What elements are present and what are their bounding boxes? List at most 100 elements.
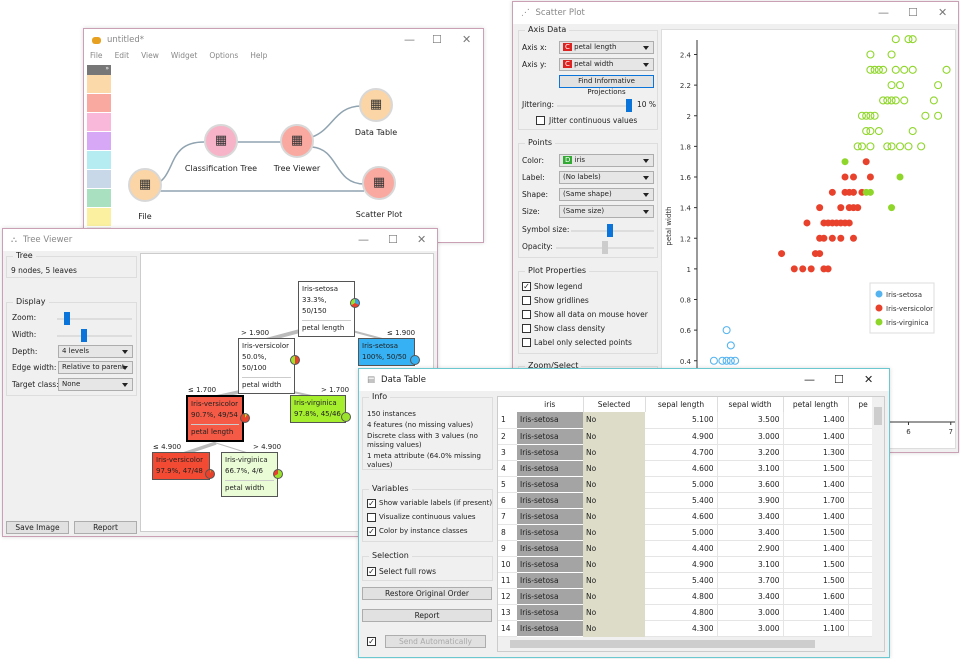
data-point[interactable]: [857, 142, 867, 151]
axis-y-select[interactable]: C petal width: [559, 58, 654, 71]
checkbox-color-by[interactable]: ✓: [367, 527, 376, 536]
edge-width-select[interactable]: Relative to parent: [58, 361, 133, 374]
table-row[interactable]: 7 Iris-setosa No 4.600 3.400 1.400: [498, 508, 878, 525]
data-point[interactable]: [934, 111, 943, 120]
report-button[interactable]: Report: [362, 609, 492, 622]
data-point[interactable]: [862, 158, 870, 166]
checkbox-show-gridlines[interactable]: [522, 296, 531, 305]
find-informative-projections-button[interactable]: Find Informative Projections: [559, 75, 654, 96]
send-automatically-button[interactable]: Send Automatically: [385, 635, 486, 648]
data-point[interactable]: [866, 50, 875, 59]
data-point[interactable]: [900, 65, 909, 74]
shape-select[interactable]: (Same shape): [559, 188, 654, 201]
data-point[interactable]: [904, 142, 913, 151]
checkbox-show-legend[interactable]: ✓: [522, 282, 531, 291]
restore-original-order-button[interactable]: Restore Original Order: [362, 587, 492, 600]
data-point[interactable]: [803, 219, 811, 227]
target-class-select[interactable]: None: [58, 378, 133, 391]
slider-handle[interactable]: [81, 329, 88, 342]
data-point[interactable]: [908, 65, 917, 74]
column-header[interactable]: petal length: [783, 397, 849, 412]
jittering-slider[interactable]: [557, 99, 632, 112]
tree-node[interactable]: Iris-setosa 33.3%, 50/150 petal length: [298, 281, 360, 337]
slider-handle[interactable]: [63, 312, 70, 325]
data-point[interactable]: [917, 142, 926, 151]
data-point[interactable]: [942, 65, 951, 74]
data-point[interactable]: [845, 219, 853, 227]
data-point[interactable]: [709, 356, 718, 365]
table-row[interactable]: 9 Iris-setosa No 4.400 2.900 1.400: [498, 540, 878, 557]
tree-node[interactable]: Iris-versicolor 90.7%, 49/54 petal length: [186, 395, 250, 442]
maximize-button[interactable]: ☐: [388, 233, 398, 246]
checkbox-show-class-density[interactable]: [522, 324, 531, 333]
save-image-button[interactable]: Save Image: [6, 521, 69, 534]
data-point[interactable]: [921, 111, 930, 120]
table-row[interactable]: 13 Iris-setosa No 4.800 3.000 1.400: [498, 604, 878, 621]
report-button[interactable]: Report: [74, 521, 137, 534]
data-point[interactable]: [866, 188, 874, 196]
table-row[interactable]: 5 Iris-setosa No 5.000 3.600 1.400: [498, 476, 878, 493]
slider-handle[interactable]: [607, 224, 613, 237]
close-button[interactable]: ✕: [417, 233, 426, 246]
tree-node[interactable]: Iris-virginica 66.7%, 4/6 petal width: [221, 452, 283, 497]
table-row[interactable]: 6 Iris-setosa No 5.400 3.900 1.700: [498, 492, 878, 509]
label-select[interactable]: (No labels): [559, 171, 654, 184]
data-point[interactable]: [887, 50, 896, 59]
scrollbar-thumb[interactable]: [510, 640, 815, 648]
data-point[interactable]: [891, 65, 900, 74]
table-row[interactable]: 11 Iris-setosa No 5.400 3.700 1.500: [498, 572, 878, 589]
data-point[interactable]: [888, 204, 896, 212]
table-row[interactable]: 10 Iris-setosa No 4.900 3.100 1.500: [498, 556, 878, 573]
tree-node[interactable]: Iris-versicolor 50.0%, 50/100 petal width: [238, 338, 300, 394]
data-point[interactable]: [849, 234, 857, 242]
table-row[interactable]: 1 Iris-setosa No 5.100 3.500 1.400: [498, 412, 878, 429]
data-point[interactable]: [849, 188, 857, 196]
depth-select[interactable]: 4 levels: [58, 345, 133, 358]
data-point[interactable]: [891, 35, 900, 44]
maximize-button[interactable]: ☐: [908, 6, 918, 19]
data-point[interactable]: [807, 265, 815, 273]
size-select[interactable]: (Same size): [559, 205, 654, 218]
checkbox-show-all-data-on-mouse-hover[interactable]: [522, 310, 531, 319]
corner-header[interactable]: [498, 397, 517, 412]
table-row[interactable]: 14 Iris-setosa No 4.300 3.000 1.100: [498, 620, 878, 637]
data-point[interactable]: [929, 96, 938, 105]
data-point[interactable]: [799, 265, 807, 273]
data-point[interactable]: [841, 173, 849, 181]
axis-x-select[interactable]: C petal length: [559, 41, 654, 54]
data-point[interactable]: [895, 142, 905, 151]
data-point[interactable]: [866, 127, 875, 136]
minimize-button[interactable]: —: [804, 373, 815, 386]
slider-handle[interactable]: [626, 99, 632, 112]
close-button[interactable]: ✕: [864, 373, 873, 386]
data-point[interactable]: [900, 96, 909, 105]
workflow-node-file[interactable]: ▦ File: [95, 168, 195, 221]
symbol-size-slider[interactable]: [571, 224, 654, 237]
column-header[interactable]: sepal width: [717, 397, 784, 412]
data-point[interactable]: [934, 81, 943, 90]
column-header[interactable]: Selected: [583, 397, 646, 412]
table-row[interactable]: 2 Iris-setosa No 4.900 3.000 1.400: [498, 428, 878, 445]
close-button[interactable]: ✕: [938, 6, 947, 19]
column-header[interactable]: iris: [517, 397, 584, 412]
vertical-scrollbar[interactable]: [872, 397, 884, 637]
color-select[interactable]: D iris: [559, 154, 654, 167]
opacity-slider[interactable]: [556, 241, 654, 254]
data-point[interactable]: [828, 188, 836, 196]
maximize-button[interactable]: ☐: [834, 373, 844, 386]
data-point[interactable]: [820, 234, 828, 242]
data-point[interactable]: [828, 234, 836, 242]
data-point[interactable]: [841, 158, 849, 166]
minimize-button[interactable]: —: [358, 233, 369, 246]
select-full-rows-checkbox[interactable]: ✓: [367, 567, 376, 576]
data-point[interactable]: [854, 204, 862, 212]
data-point[interactable]: [778, 250, 786, 258]
data-point[interactable]: [879, 65, 888, 74]
data-point[interactable]: [866, 142, 875, 151]
data-point[interactable]: [722, 326, 731, 335]
horizontal-scrollbar[interactable]: [498, 637, 884, 651]
column-header[interactable]: sepal length: [645, 397, 718, 412]
workflow-node-scatter-plot[interactable]: ▦ Scatter Plot: [329, 166, 429, 219]
data-point[interactable]: [891, 96, 900, 105]
data-point[interactable]: [874, 127, 883, 136]
